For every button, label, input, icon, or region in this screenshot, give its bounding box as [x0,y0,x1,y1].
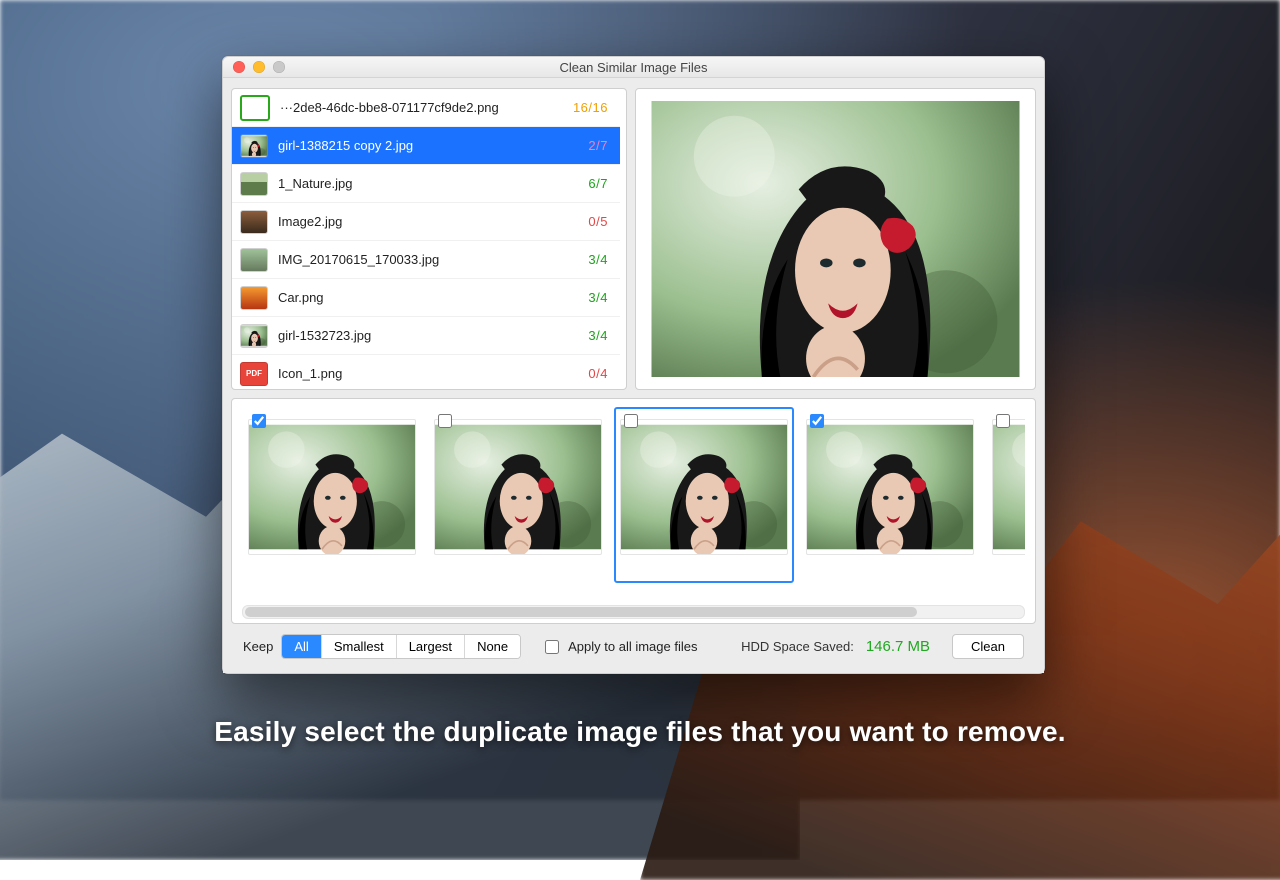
duplicate-cell[interactable] [614,407,794,583]
group-count: 2/7 [588,138,608,153]
apply-all-checkbox[interactable]: Apply to all image files [541,637,697,657]
group-filename: girl-1388215 copy 2.jpg [278,138,578,153]
group-row[interactable]: Image2.jpg 0/5 [232,203,620,241]
duplicates-cells [242,407,1025,601]
keep-smallest-button[interactable]: Smallest [322,635,397,658]
duplicate-checkbox[interactable] [252,414,266,428]
duplicates-strip [231,398,1036,624]
space-saved-value: 146.7 MB [866,638,930,655]
duplicate-image [806,419,974,555]
group-list: ···2de8-46dc-bbe8-071177cf9de2.png 16/16 g… [231,88,627,390]
group-thumb [240,210,268,234]
duplicate-image [620,419,788,555]
group-row[interactable]: Car.png 3/4 [232,279,620,317]
window-title: Clean Similar Image Files [223,60,1044,75]
group-filename: Car.png [278,290,578,305]
keep-label: Keep [243,639,273,654]
group-thumb [240,324,268,348]
group-count: 6/7 [588,176,608,191]
duplicate-checkbox[interactable] [810,414,824,428]
keep-none-button[interactable]: None [465,635,520,658]
group-filename: 1_Nature.jpg [278,176,578,191]
group-row[interactable]: girl-1532723.jpg 3/4 [232,317,620,355]
top-row: ···2de8-46dc-bbe8-071177cf9de2.png 16/16 g… [231,78,1036,390]
space-saved-label: HDD Space Saved: [741,639,854,654]
duplicate-cell[interactable] [428,407,608,583]
group-row[interactable]: 1_Nature.jpg 6/7 [232,165,620,203]
group-thumb [240,362,268,386]
group-count: 3/4 [588,252,608,267]
group-count: 0/5 [588,214,608,229]
group-row[interactable]: Icon_1.png 0/4 [232,355,620,389]
duplicate-cell[interactable] [242,407,422,583]
duplicate-cell[interactable] [986,407,1025,583]
group-row[interactable]: IMG_20170615_170033.jpg 3/4 [232,241,620,279]
duplicate-image [992,419,1025,555]
group-filename: Icon_1.png [278,366,578,381]
group-count: 3/4 [588,328,608,343]
clean-button[interactable]: Clean [952,634,1024,659]
portrait-image [648,101,1023,377]
app-window: Clean Similar Image Files ···2de8-46dc-b… [222,56,1045,674]
group-filename: Image2.jpg [278,214,578,229]
duplicate-image [434,419,602,555]
keep-largest-button[interactable]: Largest [397,635,465,658]
duplicates-scrollbar[interactable] [242,605,1025,619]
duplicate-checkbox[interactable] [996,414,1010,428]
group-count: 3/4 [588,290,608,305]
duplicate-checkbox[interactable] [624,414,638,428]
group-thumb [240,134,268,158]
group-row[interactable]: girl-1388215 copy 2.jpg 2/7 [232,127,620,165]
group-thumb [240,95,270,121]
group-count: 16/16 [573,100,608,115]
keep-segment: All Smallest Largest None [281,634,521,659]
group-filename: girl-1532723.jpg [278,328,578,343]
group-thumb [240,248,268,272]
keep-all-button[interactable]: All [282,635,321,658]
marketing-caption: Easily select the duplicate image files … [0,716,1280,748]
group-filename: ···2de8-46dc-bbe8-071177cf9de2.png [280,100,563,115]
scrollbar-thumb[interactable] [245,607,917,617]
preview-image [648,101,1023,377]
footer: Keep All Smallest Largest None Apply to … [231,624,1036,673]
group-list-scroll[interactable]: ···2de8-46dc-bbe8-071177cf9de2.png 16/16 g… [232,89,620,389]
titlebar: Clean Similar Image Files [223,57,1044,78]
duplicate-image [248,419,416,555]
duplicate-cell[interactable] [800,407,980,583]
group-thumb [240,172,268,196]
duplicate-checkbox[interactable] [438,414,452,428]
apply-all-label: Apply to all image files [568,639,697,654]
content: ···2de8-46dc-bbe8-071177cf9de2.png 16/16 g… [223,78,1044,673]
group-row[interactable]: ···2de8-46dc-bbe8-071177cf9de2.png 16/16 [232,89,620,127]
group-count: 0/4 [588,366,608,381]
group-thumb [240,286,268,310]
apply-all-input[interactable] [545,640,559,654]
preview-pane [635,88,1036,390]
group-filename: IMG_20170615_170033.jpg [278,252,578,267]
